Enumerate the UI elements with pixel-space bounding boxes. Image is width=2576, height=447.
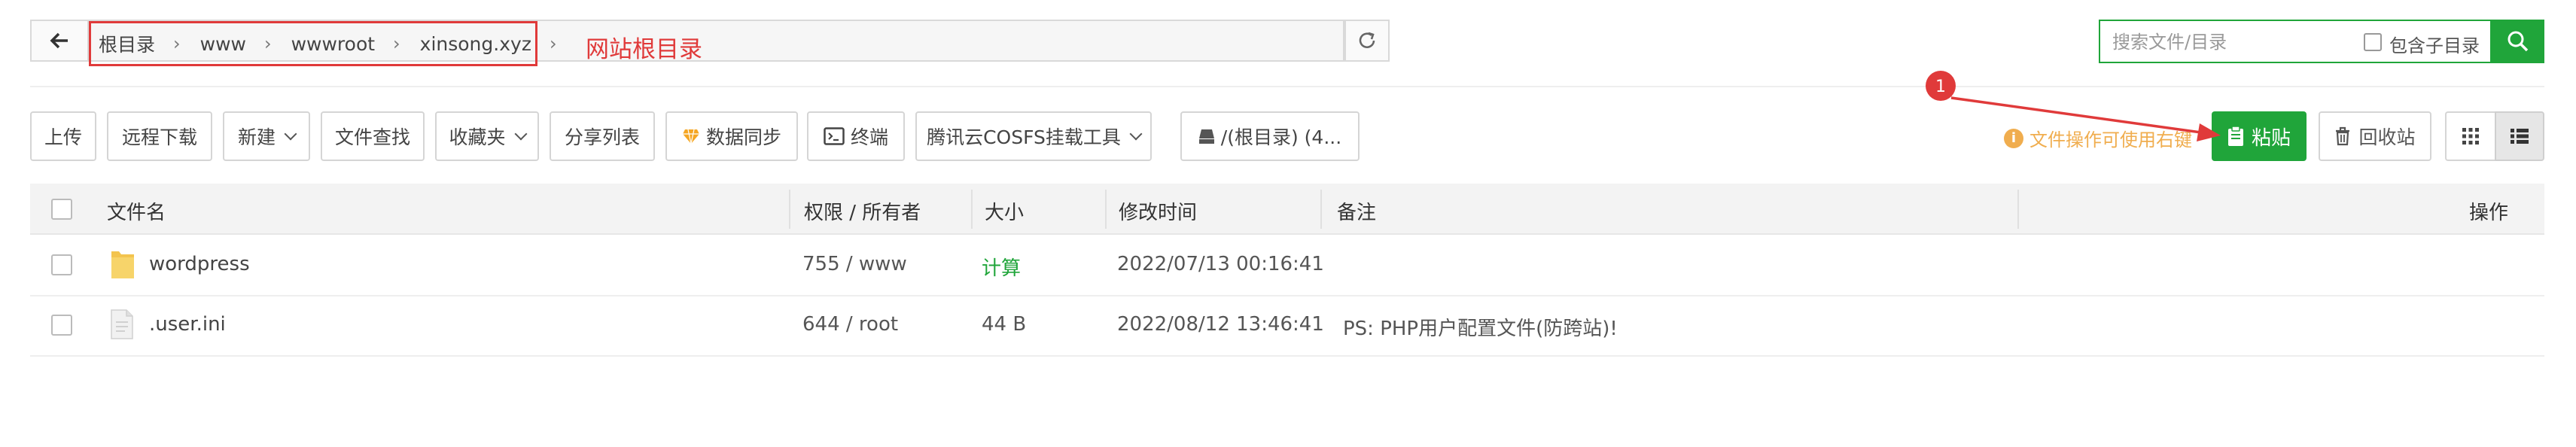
grid-icon xyxy=(2462,128,2479,144)
column-divider xyxy=(789,190,790,229)
arrow-left-icon xyxy=(50,32,68,49)
paste-button[interactable]: 粘贴 xyxy=(2212,111,2307,161)
remote-download-label: 远程下载 xyxy=(121,126,197,148)
cosfs-label: 腾讯云COSFS挂载工具 xyxy=(927,126,1121,148)
trash-icon xyxy=(2336,126,2350,146)
breadcrumb-root[interactable]: 根目录 xyxy=(99,30,155,57)
column-header-actions: 操作 xyxy=(2469,202,2509,224)
new-label: 新建 xyxy=(237,126,276,148)
column-divider xyxy=(1320,190,1322,229)
chevron-right-icon: › xyxy=(263,33,272,54)
search-box: 包含子目录 xyxy=(2099,20,2492,63)
table-header: 文件名 权限 / 所有者 大小 修改时间 备注 操作 xyxy=(30,184,2544,235)
file-permission[interactable]: 755 / www xyxy=(802,253,907,275)
grid-view-button[interactable] xyxy=(2445,111,2495,161)
data-sync-label: 数据同步 xyxy=(705,126,781,148)
chevron-down-icon xyxy=(1129,127,1143,141)
tip-label: 文件操作可使用右键 xyxy=(2029,129,2192,151)
column-divider xyxy=(2017,190,2019,229)
column-divider xyxy=(971,190,973,229)
new-button[interactable]: 新建 xyxy=(223,111,310,161)
file-permission[interactable]: 644 / root xyxy=(802,313,898,336)
row-checkbox[interactable] xyxy=(51,254,72,275)
back-button[interactable] xyxy=(30,20,87,62)
file-icon xyxy=(111,309,133,339)
breadcrumb-wwwroot[interactable]: wwwroot xyxy=(291,33,375,55)
column-divider xyxy=(1105,190,1107,229)
file-note[interactable]: PS: PHP用户配置文件(防跨站)! xyxy=(1343,313,1618,341)
list-icon xyxy=(2511,129,2529,144)
divider xyxy=(30,86,2544,87)
list-view-button[interactable] xyxy=(2495,111,2544,161)
search-button[interactable] xyxy=(2492,20,2544,63)
share-list-button[interactable]: 分享列表 xyxy=(550,111,655,161)
favorites-button[interactable]: 收藏夹 xyxy=(435,111,539,161)
paste-label: 粘贴 xyxy=(2251,126,2291,150)
chevron-down-icon xyxy=(284,127,297,141)
file-name[interactable]: wordpress xyxy=(149,253,250,275)
file-size: 44 B xyxy=(982,313,1027,336)
table-row[interactable]: .user.ini 644 / root 44 B 2022/08/12 13:… xyxy=(30,295,2544,357)
chevron-right-icon: › xyxy=(549,33,557,54)
terminal-label: 终端 xyxy=(850,126,888,148)
file-name[interactable]: .user.ini xyxy=(149,313,226,336)
terminal-icon xyxy=(824,127,845,145)
refresh-button[interactable] xyxy=(1344,20,1390,62)
remote-download-button[interactable]: 远程下载 xyxy=(107,111,212,161)
recycle-bin-label: 回收站 xyxy=(2358,126,2416,148)
column-header-note: 备注 xyxy=(1337,202,1377,224)
file-size-calc[interactable]: 计算 xyxy=(982,253,1021,281)
cosfs-button[interactable]: 腾讯云COSFS挂载工具 xyxy=(915,111,1152,161)
chevron-right-icon: › xyxy=(173,33,181,54)
chevron-down-icon xyxy=(514,127,527,141)
favorites-label: 收藏夹 xyxy=(449,126,506,148)
disk-button[interactable]: /(根目录) (4... xyxy=(1180,111,1360,161)
breadcrumb-site[interactable]: xinsong.xyz xyxy=(420,33,531,55)
breadcrumb-annotation: 网站根目录 xyxy=(586,36,702,63)
share-list-label: 分享列表 xyxy=(564,126,640,148)
row-checkbox[interactable] xyxy=(51,315,72,336)
search-icon xyxy=(2507,31,2529,52)
column-header-mtime[interactable]: 修改时间 xyxy=(1119,197,1197,225)
clipboard-icon xyxy=(2227,126,2243,146)
breadcrumb: 根目录 › www › wwwroot › xinsong.xyz › xyxy=(89,21,557,66)
upload-label: 上传 xyxy=(44,126,82,148)
diamond-icon xyxy=(682,129,699,144)
recycle-bin-button[interactable]: 回收站 xyxy=(2319,111,2431,161)
file-search-button[interactable]: 文件查找 xyxy=(321,111,425,161)
terminal-button[interactable]: 终端 xyxy=(807,111,905,161)
info-icon: i xyxy=(2004,128,2023,148)
column-header-permission[interactable]: 权限 / 所有者 xyxy=(804,197,921,225)
file-search-label: 文件查找 xyxy=(334,126,410,148)
file-mtime: 2022/07/13 00:16:41 xyxy=(1117,253,1324,275)
refresh-icon xyxy=(1359,32,1375,48)
folder-icon xyxy=(111,251,134,278)
upload-button[interactable]: 上传 xyxy=(30,111,96,161)
search-input[interactable] xyxy=(2111,29,2340,56)
column-header-name[interactable]: 文件名 xyxy=(107,197,166,225)
select-all-checkbox[interactable] xyxy=(51,199,72,220)
include-subdir-label: 包含子目录 xyxy=(2389,35,2480,56)
hard-drive-icon xyxy=(1198,129,1214,144)
table-row[interactable]: wordpress 755 / www 计算 2022/07/13 00:16:… xyxy=(30,235,2544,296)
data-sync-button[interactable]: 数据同步 xyxy=(665,111,798,161)
include-subdir-checkbox[interactable] xyxy=(2364,33,2382,51)
breadcrumb-www[interactable]: www xyxy=(200,33,246,55)
column-header-size[interactable]: 大小 xyxy=(985,197,1024,225)
context-menu-tip: i 文件操作可使用右键 xyxy=(2004,125,2192,151)
disk-label: /(根目录) (4... xyxy=(1220,126,1342,148)
chevron-right-icon: › xyxy=(393,33,400,54)
file-mtime: 2022/08/12 13:46:41 xyxy=(1117,313,1324,336)
